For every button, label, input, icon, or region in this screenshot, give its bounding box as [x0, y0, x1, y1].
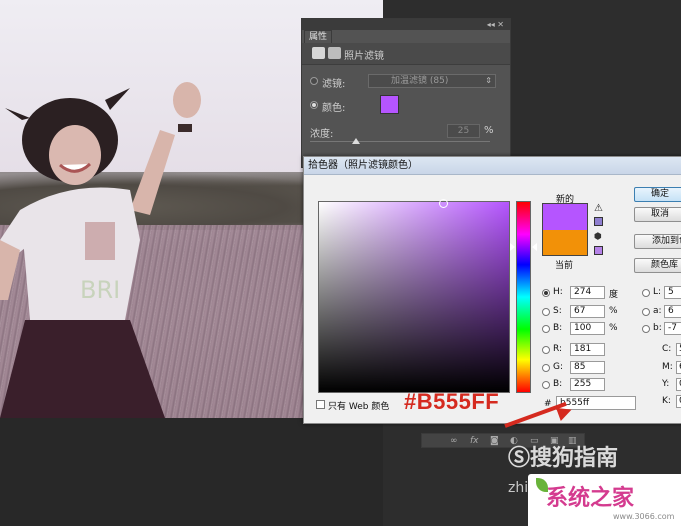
lab-l-label: L: [653, 287, 662, 297]
site-watermark-badge: 系统之家 www.3066.com [528, 474, 681, 526]
new-color-swatch [542, 203, 588, 230]
adjustment-layer-icon[interactable] [312, 47, 325, 59]
site-watermark-title: 系统之家 [546, 485, 635, 511]
cyan-label: C: [662, 344, 672, 354]
current-color-label: 当前 [555, 261, 574, 271]
color-radio[interactable] [310, 101, 318, 109]
density-label: 浓度: [310, 129, 334, 140]
panel-header-bar: ◂◂ ✕ [302, 19, 510, 30]
fx-icon[interactable]: fx [470, 436, 479, 446]
blue-label: B: [553, 379, 563, 389]
saturation-radio[interactable] [542, 308, 550, 316]
gamut-correction-swatch[interactable] [594, 217, 603, 226]
dialog-title: 拾色器（照片滤镜颜色） [304, 157, 681, 175]
saturation-input[interactable]: 67 [570, 305, 605, 318]
red-input[interactable]: 181 [570, 343, 605, 356]
lab-a-radio[interactable] [642, 308, 650, 316]
filter-radio[interactable] [310, 77, 318, 85]
link-icon[interactable]: ∞ [450, 436, 458, 446]
lab-l-radio[interactable] [642, 289, 650, 297]
properties-panel: ◂◂ ✕ 属性 照片滤镜 滤镜: 加温滤镜 (85) ⇕ 颜色: 浓度: 25 … [301, 18, 511, 168]
adjustment-header: 照片滤镜 [302, 43, 510, 65]
saturation-unit: % [609, 306, 618, 316]
current-color-swatch[interactable] [542, 230, 588, 256]
add-to-swatches-button[interactable]: 添加到色板 [634, 234, 681, 249]
black-input[interactable]: 0 [676, 395, 681, 408]
cancel-button[interactable]: 取消 [634, 207, 681, 222]
brightness-label: B: [553, 323, 563, 333]
green-input[interactable]: 85 [570, 361, 605, 374]
brightness-radio[interactable] [542, 325, 550, 333]
gamut-warning-icon[interactable]: ⚠ [594, 203, 603, 214]
web-safe-swatch[interactable] [594, 246, 603, 255]
density-unit: % [484, 125, 494, 136]
lab-b-input[interactable]: -7 [664, 322, 681, 335]
lab-b-radio[interactable] [642, 325, 650, 333]
hue-slider[interactable] [516, 201, 531, 393]
filter-select[interactable]: 加温滤镜 (85) ⇕ [368, 74, 496, 88]
magenta-label: M: [662, 362, 673, 372]
hue-slider-arrow-right[interactable] [532, 243, 537, 251]
hue-label: H: [553, 287, 563, 297]
zhi-watermark: zhi [508, 480, 529, 496]
svg-text:BRI: BRI [80, 276, 120, 304]
hue-unit: 度 [609, 290, 619, 300]
web-colors-only-label: 只有 Web 颜色 [328, 402, 390, 412]
green-label: G: [553, 362, 564, 372]
black-label: K: [662, 396, 671, 406]
hue-slider-arrow-left[interactable] [510, 243, 515, 251]
select-arrows-icon: ⇕ [485, 76, 492, 85]
red-label: R: [553, 344, 563, 354]
hue-radio[interactable] [542, 289, 550, 297]
hue-input[interactable]: 274 [570, 286, 605, 299]
sogou-watermark: Ⓢ搜狗指南 [508, 446, 619, 471]
red-radio[interactable] [542, 346, 550, 354]
screen: BRI ◂◂ ✕ 属性 照片滤镜 滤镜: 加温滤镜 (85) ⇕ 颜色: 浓度:… [0, 0, 681, 526]
adjustment-title: 照片滤镜 [344, 51, 384, 62]
green-radio[interactable] [542, 364, 550, 372]
web-safe-cube-icon[interactable]: ⬢ [594, 232, 602, 242]
density-slider-thumb[interactable] [352, 138, 360, 144]
density-slider-track[interactable] [310, 141, 490, 142]
magenta-input[interactable]: 6 [676, 361, 681, 374]
mask-icon[interactable] [328, 47, 341, 59]
color-libraries-button[interactable]: 颜色库 [634, 258, 681, 273]
density-input[interactable]: 25 [447, 124, 480, 138]
web-colors-only-checkbox[interactable] [316, 400, 325, 409]
add-mask-icon[interactable]: ◙ [490, 436, 499, 446]
lab-a-label: a: [653, 306, 662, 316]
ok-button[interactable]: 确定 [634, 187, 681, 202]
panel-collapse-icon[interactable]: ◂◂ ✕ [487, 20, 504, 29]
color-label: 颜色: [322, 103, 346, 114]
yellow-label: Y: [662, 379, 670, 389]
lab-b-label: b: [653, 323, 662, 333]
filter-select-value: 加温滤镜 (85) [391, 76, 449, 86]
saturation-label: S: [553, 306, 562, 316]
hex-annotation: #B555FF [404, 389, 500, 414]
color-field-cursor[interactable] [439, 199, 448, 208]
tab-properties[interactable]: 属性 [304, 30, 333, 43]
lab-l-input[interactable]: 5 [664, 286, 681, 299]
blue-input[interactable]: 255 [570, 378, 605, 391]
brightness-input[interactable]: 100 [570, 322, 605, 335]
cyan-input[interactable]: 5 [676, 343, 681, 356]
lab-a-input[interactable]: 6 [664, 305, 681, 318]
site-watermark-url: www.3066.com [613, 512, 675, 521]
color-picker-dialog: 拾色器（照片滤镜颜色） 新的 当前 ⚠ ⬢ 确定 取消 添加到色板 颜色库 H:… [303, 156, 681, 424]
saturation-brightness-field[interactable] [318, 201, 510, 393]
yellow-input[interactable]: 0 [676, 378, 681, 391]
filter-label: 滤镜: [322, 79, 346, 90]
blue-radio[interactable] [542, 381, 550, 389]
brightness-unit: % [609, 323, 618, 333]
filter-color-swatch[interactable] [380, 95, 399, 114]
